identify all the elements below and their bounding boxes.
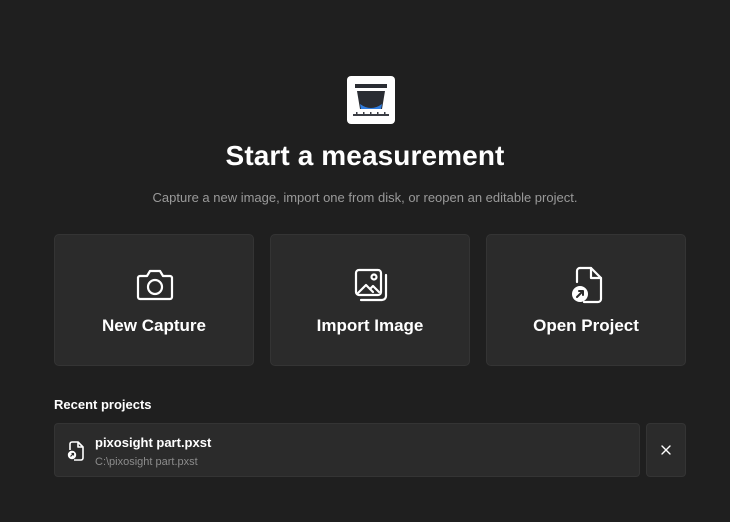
page-subtitle: Capture a new image, import one from dis… [152, 190, 578, 205]
remove-recent-button[interactable] [646, 423, 686, 477]
close-icon [661, 445, 671, 455]
import-image-button[interactable]: Import Image [270, 234, 470, 366]
new-capture-label: New Capture [102, 316, 206, 335]
page-title: Start a measurement [225, 140, 505, 171]
recent-project-name: pixosight part.pxst [95, 435, 212, 450]
start-screen: Start a measurement Capture a new image,… [0, 0, 730, 522]
import-image-label: Import Image [316, 316, 424, 335]
recent-project-item[interactable]: pixosight part.pxst C:\pixosight part.px… [54, 423, 640, 477]
recent-projects-heading: Recent projects [54, 397, 152, 412]
app-logo-icon [347, 76, 395, 124]
recent-project-path: C:\pixosight part.pxst [95, 456, 198, 468]
camera-icon [135, 265, 175, 305]
images-icon [351, 265, 391, 305]
project-file-icon [67, 441, 85, 461]
open-file-icon [567, 265, 607, 305]
open-project-label: Open Project [533, 316, 639, 335]
open-project-button[interactable]: Open Project [486, 234, 686, 366]
new-capture-button[interactable]: New Capture [54, 234, 254, 366]
